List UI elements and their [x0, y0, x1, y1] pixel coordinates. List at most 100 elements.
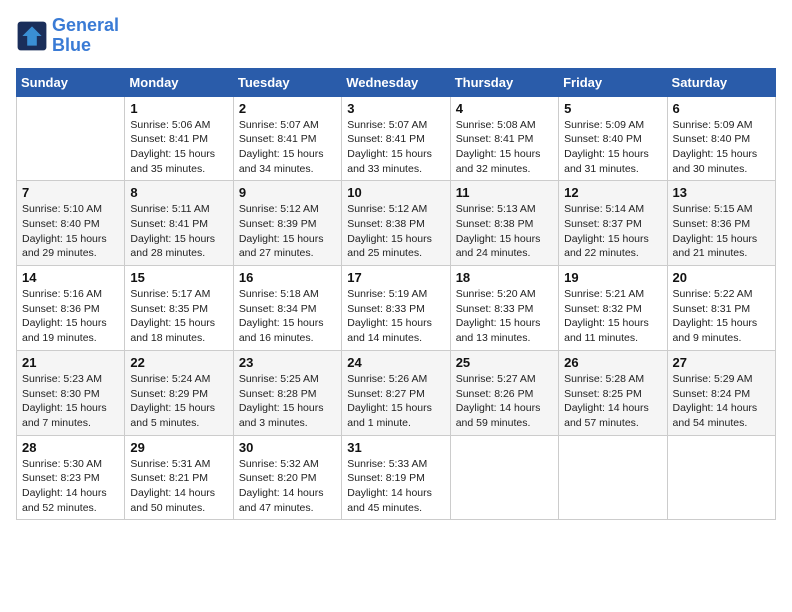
day-number: 27 — [673, 355, 770, 370]
day-number: 23 — [239, 355, 336, 370]
day-info: Sunrise: 5:09 AM Sunset: 8:40 PM Dayligh… — [564, 118, 661, 177]
calendar-table: SundayMondayTuesdayWednesdayThursdayFrid… — [16, 68, 776, 521]
calendar-cell: 14 Sunrise: 5:16 AM Sunset: 8:36 PM Dayl… — [17, 266, 125, 351]
calendar-cell: 27 Sunrise: 5:29 AM Sunset: 8:24 PM Dayl… — [667, 350, 775, 435]
day-info: Sunrise: 5:15 AM Sunset: 8:36 PM Dayligh… — [673, 202, 770, 261]
day-info: Sunrise: 5:16 AM Sunset: 8:36 PM Dayligh… — [22, 287, 119, 346]
day-info: Sunrise: 5:17 AM Sunset: 8:35 PM Dayligh… — [130, 287, 227, 346]
day-info: Sunrise: 5:11 AM Sunset: 8:41 PM Dayligh… — [130, 202, 227, 261]
weekday-header: Wednesday — [342, 68, 450, 96]
calendar-week-row: 7 Sunrise: 5:10 AM Sunset: 8:40 PM Dayli… — [17, 181, 776, 266]
calendar-cell: 6 Sunrise: 5:09 AM Sunset: 8:40 PM Dayli… — [667, 96, 775, 181]
weekday-header: Thursday — [450, 68, 558, 96]
calendar-cell: 4 Sunrise: 5:08 AM Sunset: 8:41 PM Dayli… — [450, 96, 558, 181]
day-number: 24 — [347, 355, 444, 370]
day-info: Sunrise: 5:19 AM Sunset: 8:33 PM Dayligh… — [347, 287, 444, 346]
day-info: Sunrise: 5:10 AM Sunset: 8:40 PM Dayligh… — [22, 202, 119, 261]
day-info: Sunrise: 5:12 AM Sunset: 8:38 PM Dayligh… — [347, 202, 444, 261]
calendar-cell: 7 Sunrise: 5:10 AM Sunset: 8:40 PM Dayli… — [17, 181, 125, 266]
calendar-cell: 1 Sunrise: 5:06 AM Sunset: 8:41 PM Dayli… — [125, 96, 233, 181]
day-number: 16 — [239, 270, 336, 285]
day-info: Sunrise: 5:25 AM Sunset: 8:28 PM Dayligh… — [239, 372, 336, 431]
calendar-cell: 23 Sunrise: 5:25 AM Sunset: 8:28 PM Dayl… — [233, 350, 341, 435]
weekday-header-row: SundayMondayTuesdayWednesdayThursdayFrid… — [17, 68, 776, 96]
day-number: 15 — [130, 270, 227, 285]
weekday-header: Saturday — [667, 68, 775, 96]
calendar-cell: 31 Sunrise: 5:33 AM Sunset: 8:19 PM Dayl… — [342, 435, 450, 520]
day-info: Sunrise: 5:06 AM Sunset: 8:41 PM Dayligh… — [130, 118, 227, 177]
calendar-cell: 29 Sunrise: 5:31 AM Sunset: 8:21 PM Dayl… — [125, 435, 233, 520]
day-number: 18 — [456, 270, 553, 285]
day-info: Sunrise: 5:20 AM Sunset: 8:33 PM Dayligh… — [456, 287, 553, 346]
calendar-cell: 16 Sunrise: 5:18 AM Sunset: 8:34 PM Dayl… — [233, 266, 341, 351]
day-info: Sunrise: 5:32 AM Sunset: 8:20 PM Dayligh… — [239, 457, 336, 516]
day-info: Sunrise: 5:29 AM Sunset: 8:24 PM Dayligh… — [673, 372, 770, 431]
day-number: 30 — [239, 440, 336, 455]
day-info: Sunrise: 5:31 AM Sunset: 8:21 PM Dayligh… — [130, 457, 227, 516]
calendar-week-row: 1 Sunrise: 5:06 AM Sunset: 8:41 PM Dayli… — [17, 96, 776, 181]
day-info: Sunrise: 5:23 AM Sunset: 8:30 PM Dayligh… — [22, 372, 119, 431]
day-number: 4 — [456, 101, 553, 116]
day-number: 11 — [456, 185, 553, 200]
day-info: Sunrise: 5:14 AM Sunset: 8:37 PM Dayligh… — [564, 202, 661, 261]
calendar-week-row: 21 Sunrise: 5:23 AM Sunset: 8:30 PM Dayl… — [17, 350, 776, 435]
day-info: Sunrise: 5:26 AM Sunset: 8:27 PM Dayligh… — [347, 372, 444, 431]
day-number: 21 — [22, 355, 119, 370]
day-number: 6 — [673, 101, 770, 116]
day-number: 26 — [564, 355, 661, 370]
day-info: Sunrise: 5:07 AM Sunset: 8:41 PM Dayligh… — [239, 118, 336, 177]
day-number: 10 — [347, 185, 444, 200]
day-info: Sunrise: 5:27 AM Sunset: 8:26 PM Dayligh… — [456, 372, 553, 431]
day-info: Sunrise: 5:18 AM Sunset: 8:34 PM Dayligh… — [239, 287, 336, 346]
calendar-cell — [450, 435, 558, 520]
weekday-header: Sunday — [17, 68, 125, 96]
calendar-cell: 10 Sunrise: 5:12 AM Sunset: 8:38 PM Dayl… — [342, 181, 450, 266]
day-info: Sunrise: 5:33 AM Sunset: 8:19 PM Dayligh… — [347, 457, 444, 516]
day-number: 19 — [564, 270, 661, 285]
day-number: 29 — [130, 440, 227, 455]
calendar-cell: 9 Sunrise: 5:12 AM Sunset: 8:39 PM Dayli… — [233, 181, 341, 266]
day-info: Sunrise: 5:08 AM Sunset: 8:41 PM Dayligh… — [456, 118, 553, 177]
calendar-cell: 21 Sunrise: 5:23 AM Sunset: 8:30 PM Dayl… — [17, 350, 125, 435]
calendar-cell: 17 Sunrise: 5:19 AM Sunset: 8:33 PM Dayl… — [342, 266, 450, 351]
weekday-header: Friday — [559, 68, 667, 96]
day-info: Sunrise: 5:28 AM Sunset: 8:25 PM Dayligh… — [564, 372, 661, 431]
day-number: 14 — [22, 270, 119, 285]
calendar-cell: 11 Sunrise: 5:13 AM Sunset: 8:38 PM Dayl… — [450, 181, 558, 266]
calendar-cell: 19 Sunrise: 5:21 AM Sunset: 8:32 PM Dayl… — [559, 266, 667, 351]
day-info: Sunrise: 5:07 AM Sunset: 8:41 PM Dayligh… — [347, 118, 444, 177]
day-number: 22 — [130, 355, 227, 370]
calendar-week-row: 28 Sunrise: 5:30 AM Sunset: 8:23 PM Dayl… — [17, 435, 776, 520]
calendar-cell: 3 Sunrise: 5:07 AM Sunset: 8:41 PM Dayli… — [342, 96, 450, 181]
day-number: 28 — [22, 440, 119, 455]
day-number: 9 — [239, 185, 336, 200]
calendar-cell — [17, 96, 125, 181]
calendar-cell: 20 Sunrise: 5:22 AM Sunset: 8:31 PM Dayl… — [667, 266, 775, 351]
day-number: 1 — [130, 101, 227, 116]
day-info: Sunrise: 5:22 AM Sunset: 8:31 PM Dayligh… — [673, 287, 770, 346]
day-number: 25 — [456, 355, 553, 370]
logo-text: General Blue — [52, 16, 119, 56]
day-info: Sunrise: 5:24 AM Sunset: 8:29 PM Dayligh… — [130, 372, 227, 431]
calendar-cell: 5 Sunrise: 5:09 AM Sunset: 8:40 PM Dayli… — [559, 96, 667, 181]
calendar-cell: 24 Sunrise: 5:26 AM Sunset: 8:27 PM Dayl… — [342, 350, 450, 435]
day-number: 12 — [564, 185, 661, 200]
day-number: 2 — [239, 101, 336, 116]
calendar-cell: 13 Sunrise: 5:15 AM Sunset: 8:36 PM Dayl… — [667, 181, 775, 266]
header: General Blue — [16, 16, 776, 56]
day-info: Sunrise: 5:12 AM Sunset: 8:39 PM Dayligh… — [239, 202, 336, 261]
calendar-cell: 18 Sunrise: 5:20 AM Sunset: 8:33 PM Dayl… — [450, 266, 558, 351]
calendar-cell: 28 Sunrise: 5:30 AM Sunset: 8:23 PM Dayl… — [17, 435, 125, 520]
calendar-cell: 12 Sunrise: 5:14 AM Sunset: 8:37 PM Dayl… — [559, 181, 667, 266]
day-number: 13 — [673, 185, 770, 200]
day-number: 7 — [22, 185, 119, 200]
weekday-header: Tuesday — [233, 68, 341, 96]
calendar-cell: 22 Sunrise: 5:24 AM Sunset: 8:29 PM Dayl… — [125, 350, 233, 435]
calendar-cell: 8 Sunrise: 5:11 AM Sunset: 8:41 PM Dayli… — [125, 181, 233, 266]
day-number: 5 — [564, 101, 661, 116]
calendar-cell — [667, 435, 775, 520]
calendar-cell — [559, 435, 667, 520]
day-number: 17 — [347, 270, 444, 285]
day-info: Sunrise: 5:09 AM Sunset: 8:40 PM Dayligh… — [673, 118, 770, 177]
calendar-cell: 26 Sunrise: 5:28 AM Sunset: 8:25 PM Dayl… — [559, 350, 667, 435]
